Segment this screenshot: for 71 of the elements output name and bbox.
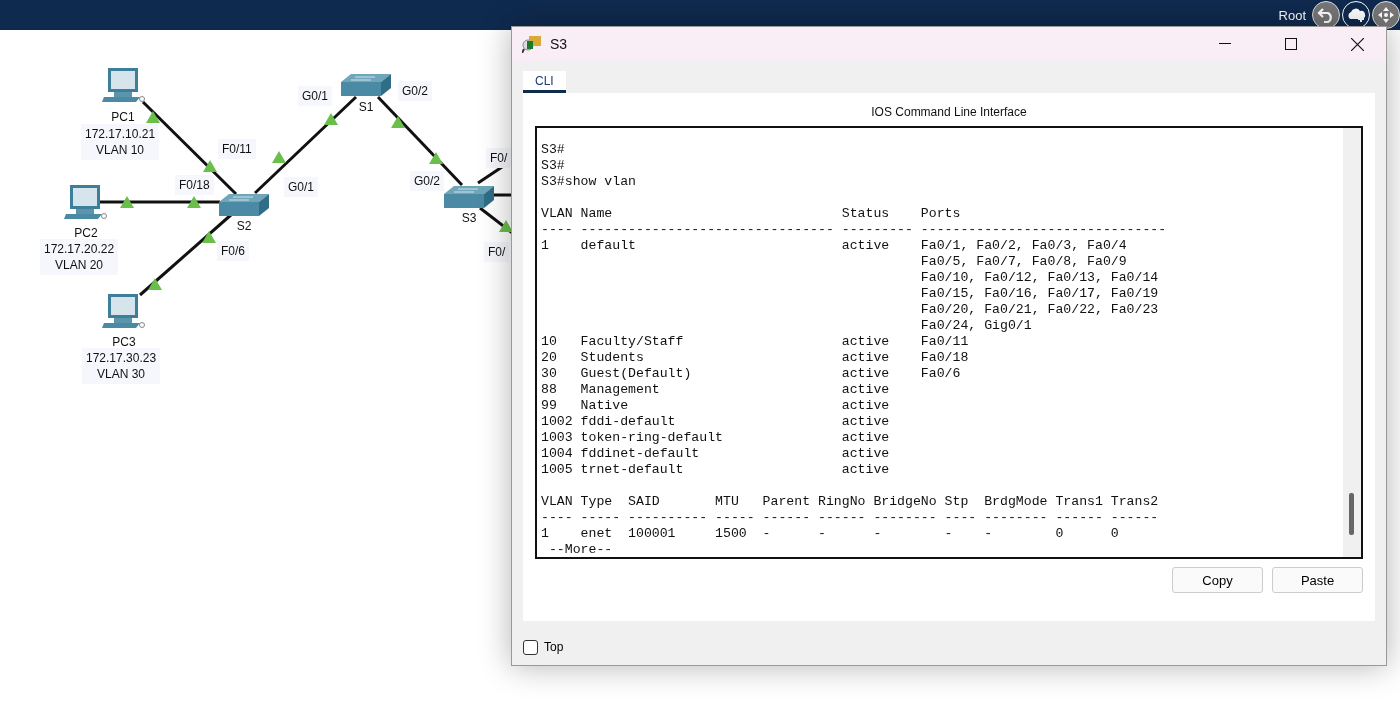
- undo-icon[interactable]: [1312, 1, 1340, 29]
- terminal[interactable]: [535, 126, 1363, 559]
- port-label: F0/18: [175, 175, 214, 195]
- port-status-icon: [120, 196, 134, 208]
- device-address-label: 172.17.20.22 VLAN 20: [40, 239, 119, 275]
- terminal-line: 1 enet 100001 1500 - - - - - 0 0: [541, 526, 1120, 542]
- terminal-line: VLAN Type SAID MTU Parent RingNo BridgeNo Stp BrdgMode Trans1 Trans2: [541, 494, 1160, 510]
- port-status-icon: [391, 116, 405, 128]
- terminal-line: ---- -------------------------------- --------- -------------------------------: [541, 222, 1168, 238]
- window-title: S3: [550, 36, 569, 52]
- device-address-label: 172.17.30.23 VLAN 30: [82, 348, 161, 384]
- terminal-line: --More--: [547, 542, 614, 557]
- switch-icon: [219, 192, 269, 218]
- device-name: S3: [461, 211, 477, 225]
- move-icon[interactable]: [1372, 1, 1400, 29]
- user-name: Root: [1278, 7, 1306, 23]
- device-name: PC2: [74, 226, 98, 240]
- terminal-line: Fa0/15, Fa0/16, Fa0/17, Fa0/19: [919, 286, 1160, 302]
- port-status-icon: [272, 151, 286, 163]
- checkbox-label: Top: [544, 640, 564, 654]
- port-status-icon: [203, 160, 217, 172]
- port-label: F0/: [484, 242, 510, 262]
- cloud-add-icon[interactable]: [1342, 1, 1370, 29]
- switch-config-icon: [522, 35, 542, 53]
- port-label: G0/1: [298, 86, 332, 106]
- port-status-icon: [499, 220, 513, 232]
- terminal-line: 20 Students active Fa0/18: [541, 350, 970, 366]
- device-name: S2: [236, 219, 252, 233]
- switch-icon: [341, 72, 391, 98]
- terminal-line: VLAN Name Status Ports: [541, 206, 962, 222]
- terminal-line: 99 Native active: [541, 398, 891, 414]
- device-name: PC3: [112, 335, 136, 349]
- port-status-icon: [202, 231, 216, 243]
- computer-icon: [102, 68, 145, 103]
- port-label: F0/: [486, 148, 512, 168]
- terminal-line: Fa0/24, Gig0/1: [919, 318, 1033, 334]
- terminal-line: ---- ----- ---------- ----- ------ ------ -------- ---- -------- ------ ------: [541, 510, 1160, 526]
- port-label: G0/2: [398, 81, 432, 101]
- tab[interactable]: CLI: [523, 71, 566, 93]
- terminal-line: 1003 token-ring-default active: [541, 430, 891, 446]
- terminal-line: Fa0/10, Fa0/12, Fa0/13, Fa0/14: [919, 270, 1160, 286]
- computer-icon: [64, 185, 107, 220]
- terminal-line: S3#show vlan: [541, 174, 637, 190]
- terminal-line: 30 Guest(Default) active Fa0/6: [541, 366, 962, 382]
- terminal-line: 1004 fddinet-default active: [541, 446, 891, 462]
- scrollbar[interactable]: [1343, 128, 1361, 557]
- port-status-icon: [324, 113, 338, 125]
- port-status-icon: [429, 152, 443, 164]
- panel-heading: IOS Command Line Interface: [870, 105, 1028, 119]
- port-status-icon: [148, 278, 162, 290]
- terminal-line: S3#: [541, 142, 566, 158]
- device-address-label: 172.17.10.21 VLAN 10: [81, 124, 160, 160]
- device-name: S1: [358, 100, 374, 114]
- port-label: F0/6: [217, 241, 249, 261]
- terminal-line: Fa0/5, Fa0/7, Fa0/8, Fa0/9: [919, 254, 1128, 270]
- terminal-line: S3#: [541, 158, 566, 174]
- port-label: G0/1: [284, 177, 318, 197]
- terminal-line: Fa0/20, Fa0/21, Fa0/22, Fa0/23: [919, 302, 1160, 318]
- terminal-line: 1002 fddi-default active: [541, 414, 891, 430]
- computer-icon: [102, 294, 145, 329]
- device-name: PC1: [111, 110, 135, 124]
- terminal-line: 10 Faculty/Staff active Fa0/11: [541, 334, 970, 350]
- terminal-line: 1005 trnet-default active: [541, 462, 891, 478]
- terminal-line: 1 default active Fa0/1, Fa0/2, Fa0/3, Fa0/4: [541, 238, 1128, 254]
- checkbox[interactable]: [523, 639, 538, 655]
- paste-button[interactable]: Paste: [1272, 567, 1363, 593]
- terminal-line: 88 Management active: [541, 382, 891, 398]
- copy-button[interactable]: Copy: [1172, 567, 1263, 593]
- port-label: F0/11: [218, 139, 256, 159]
- switch-icon: [444, 184, 494, 210]
- port-label: G0/2: [410, 171, 444, 191]
